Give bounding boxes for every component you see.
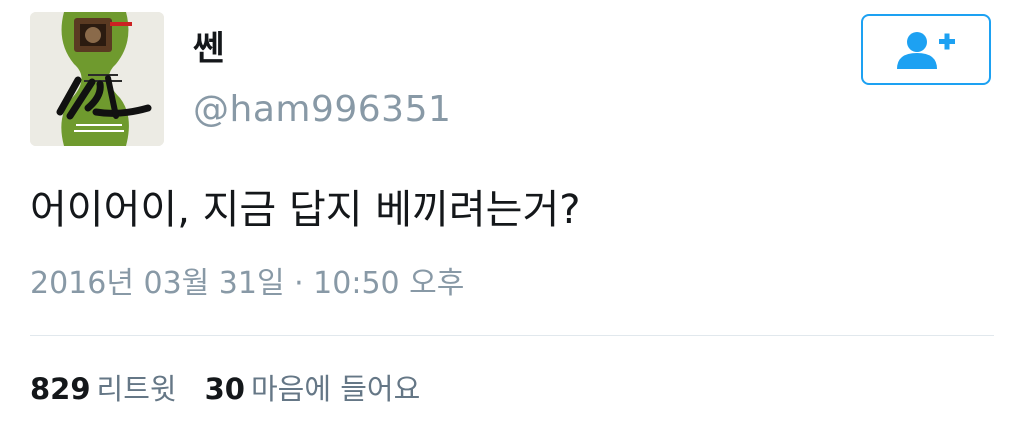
retweet-label: 리트윗 — [96, 372, 177, 406]
tweet-timestamp[interactable]: 2016년 03월 31일 · 10:50 오후 — [30, 266, 464, 302]
divider — [30, 335, 994, 336]
profile-avatar[interactable] — [30, 12, 164, 146]
like-label: 마음에 들어요 — [250, 372, 421, 406]
retweet-count: 829 — [30, 372, 91, 406]
user-handle[interactable]: @ham996351 — [193, 92, 451, 128]
retweet-stat[interactable]: 829 리트윗 — [30, 372, 177, 406]
display-name[interactable]: 쎈 — [193, 32, 224, 66]
book-cover-image — [30, 12, 164, 146]
add-user-icon — [897, 31, 955, 69]
like-count: 30 — [204, 372, 245, 406]
follow-button[interactable] — [861, 14, 991, 85]
like-stat[interactable]: 30 마음에 들어요 — [205, 372, 421, 406]
tweet-stats: 829 리트윗 30 마음에 들어요 — [30, 372, 420, 407]
tweet-text: 어이어이, 지금 답지 베끼려는거? — [30, 187, 581, 233]
